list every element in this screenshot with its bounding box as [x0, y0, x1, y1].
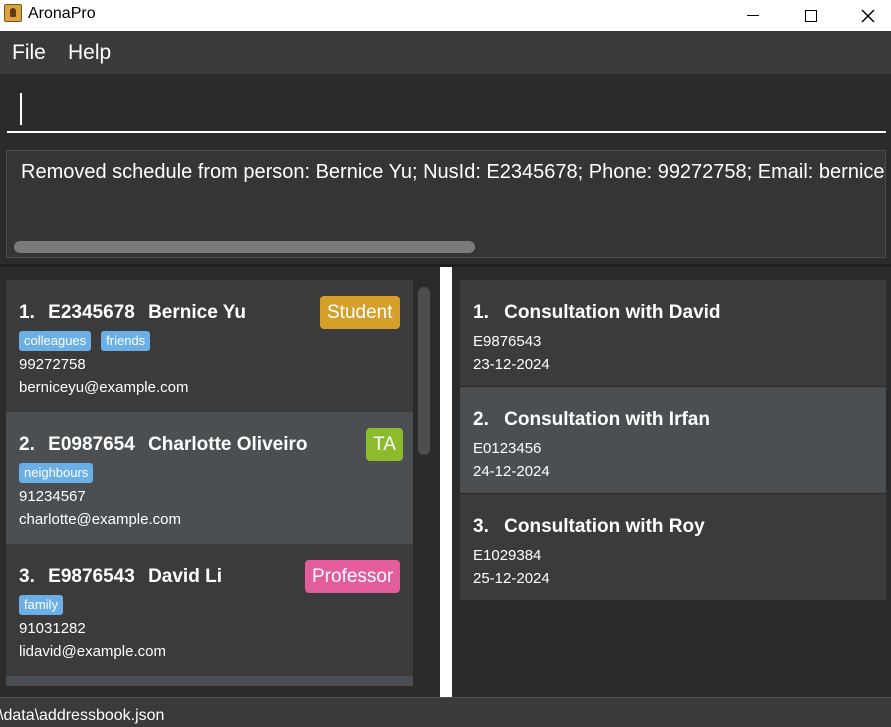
person-nusid: E2345678 [48, 302, 135, 323]
schedule-date: 24-12-2024 [473, 463, 550, 480]
close-button[interactable] [845, 0, 891, 31]
app-icon [4, 4, 22, 22]
tag-list: neighbours [19, 463, 94, 483]
role-badge: Student [320, 296, 400, 329]
menu-help[interactable]: Help [68, 41, 111, 65]
person-name: Charlotte Oliveiro [148, 434, 308, 455]
result-display[interactable]: Removed schedule from person: Bernice Yu… [6, 150, 886, 258]
menu-bar: File Help [0, 31, 891, 75]
schedule-nusid: E9876543 [473, 333, 542, 350]
tag: neighbours [19, 463, 94, 483]
schedule-nusid: E0123456 [473, 440, 542, 457]
schedule-title: 2. Consultation with Irfan [473, 409, 720, 431]
command-input[interactable] [7, 87, 886, 133]
person-card-partial[interactable] [6, 676, 413, 686]
maximize-icon [805, 9, 817, 22]
person-index: 2. [19, 434, 35, 455]
schedule-date: 25-12-2024 [473, 570, 550, 587]
schedule-date: 23-12-2024 [473, 356, 550, 373]
person-header: 1. E2345678 Bernice Yu [19, 302, 254, 324]
result-text: Removed schedule from person: Bernice Yu… [21, 161, 885, 183]
person-name: Bernice Yu [148, 302, 246, 323]
save-location: \data\addressbook.json [0, 707, 165, 724]
schedule-name: Consultation with Irfan [504, 409, 710, 430]
tag-list: family [19, 595, 63, 615]
schedule-title: 1. Consultation with David [473, 302, 731, 324]
person-phone: 91031282 [19, 620, 86, 637]
title-bar: AronaPro [0, 0, 891, 31]
maximize-button[interactable] [788, 0, 834, 31]
split-divider[interactable] [440, 267, 452, 697]
person-list-scrollbar[interactable] [418, 287, 430, 455]
person-list-panel: 1. E2345678 Bernice Yu Student colleague… [0, 267, 440, 697]
schedule-nusid: E1029384 [473, 547, 542, 564]
person-phone: 99272758 [19, 356, 86, 373]
person-header: 3. E9876543 David Li [19, 566, 230, 588]
text-caret [20, 93, 22, 125]
window-title: AronaPro [28, 5, 96, 22]
app-window: AronaPro File Help Removed schedule from… [0, 0, 891, 727]
person-card[interactable]: 3. E9876543 David Li Professor family 91… [6, 544, 413, 676]
schedule-name: Consultation with Roy [504, 516, 705, 537]
person-name: David Li [148, 566, 222, 587]
person-index: 3. [19, 566, 35, 587]
tag: colleagues [19, 331, 92, 351]
menu-file[interactable]: File [12, 41, 46, 65]
person-nusid: E0987654 [48, 434, 135, 455]
minimize-button[interactable] [730, 0, 776, 31]
person-email: berniceyu@example.com [19, 379, 189, 396]
schedule-card[interactable]: 1. Consultation with David E9876543 23-1… [460, 280, 886, 386]
tag-list: colleagues friends [19, 331, 151, 351]
command-box [0, 76, 891, 142]
schedule-card[interactable]: 3. Consultation with Roy E1029384 25-12-… [460, 494, 886, 600]
person-card[interactable]: 2. E0987654 Charlotte Oliveiro TA neighb… [6, 412, 413, 544]
person-header: 2. E0987654 Charlotte Oliveiro [19, 434, 316, 456]
result-horizontal-scrollbar[interactable] [14, 241, 475, 253]
schedule-list-panel: 1. Consultation with David E9876543 23-1… [452, 267, 891, 697]
person-email: lidavid@example.com [19, 643, 166, 660]
role-badge: TA [366, 428, 403, 461]
person-nusid: E9876543 [48, 566, 135, 587]
tag: family [19, 595, 63, 615]
minimize-icon [747, 15, 759, 16]
role-badge: Professor [305, 560, 401, 593]
person-phone: 91234567 [19, 488, 86, 505]
schedule-index: 2. [473, 409, 489, 430]
schedule-index: 3. [473, 516, 489, 537]
tag: friends [101, 331, 151, 351]
schedule-index: 1. [473, 302, 489, 323]
close-icon [861, 9, 875, 22]
person-index: 1. [19, 302, 35, 323]
schedule-name: Consultation with David [504, 302, 721, 323]
status-bar: \data\addressbook.json [0, 697, 891, 727]
person-list[interactable]: 1. E2345678 Bernice Yu Student colleague… [6, 280, 413, 697]
schedule-title: 3. Consultation with Roy [473, 516, 715, 538]
person-email: charlotte@example.com [19, 511, 181, 528]
person-card[interactable]: 1. E2345678 Bernice Yu Student colleague… [6, 280, 413, 412]
schedule-card[interactable]: 2. Consultation with Irfan E0123456 24-1… [460, 387, 886, 493]
